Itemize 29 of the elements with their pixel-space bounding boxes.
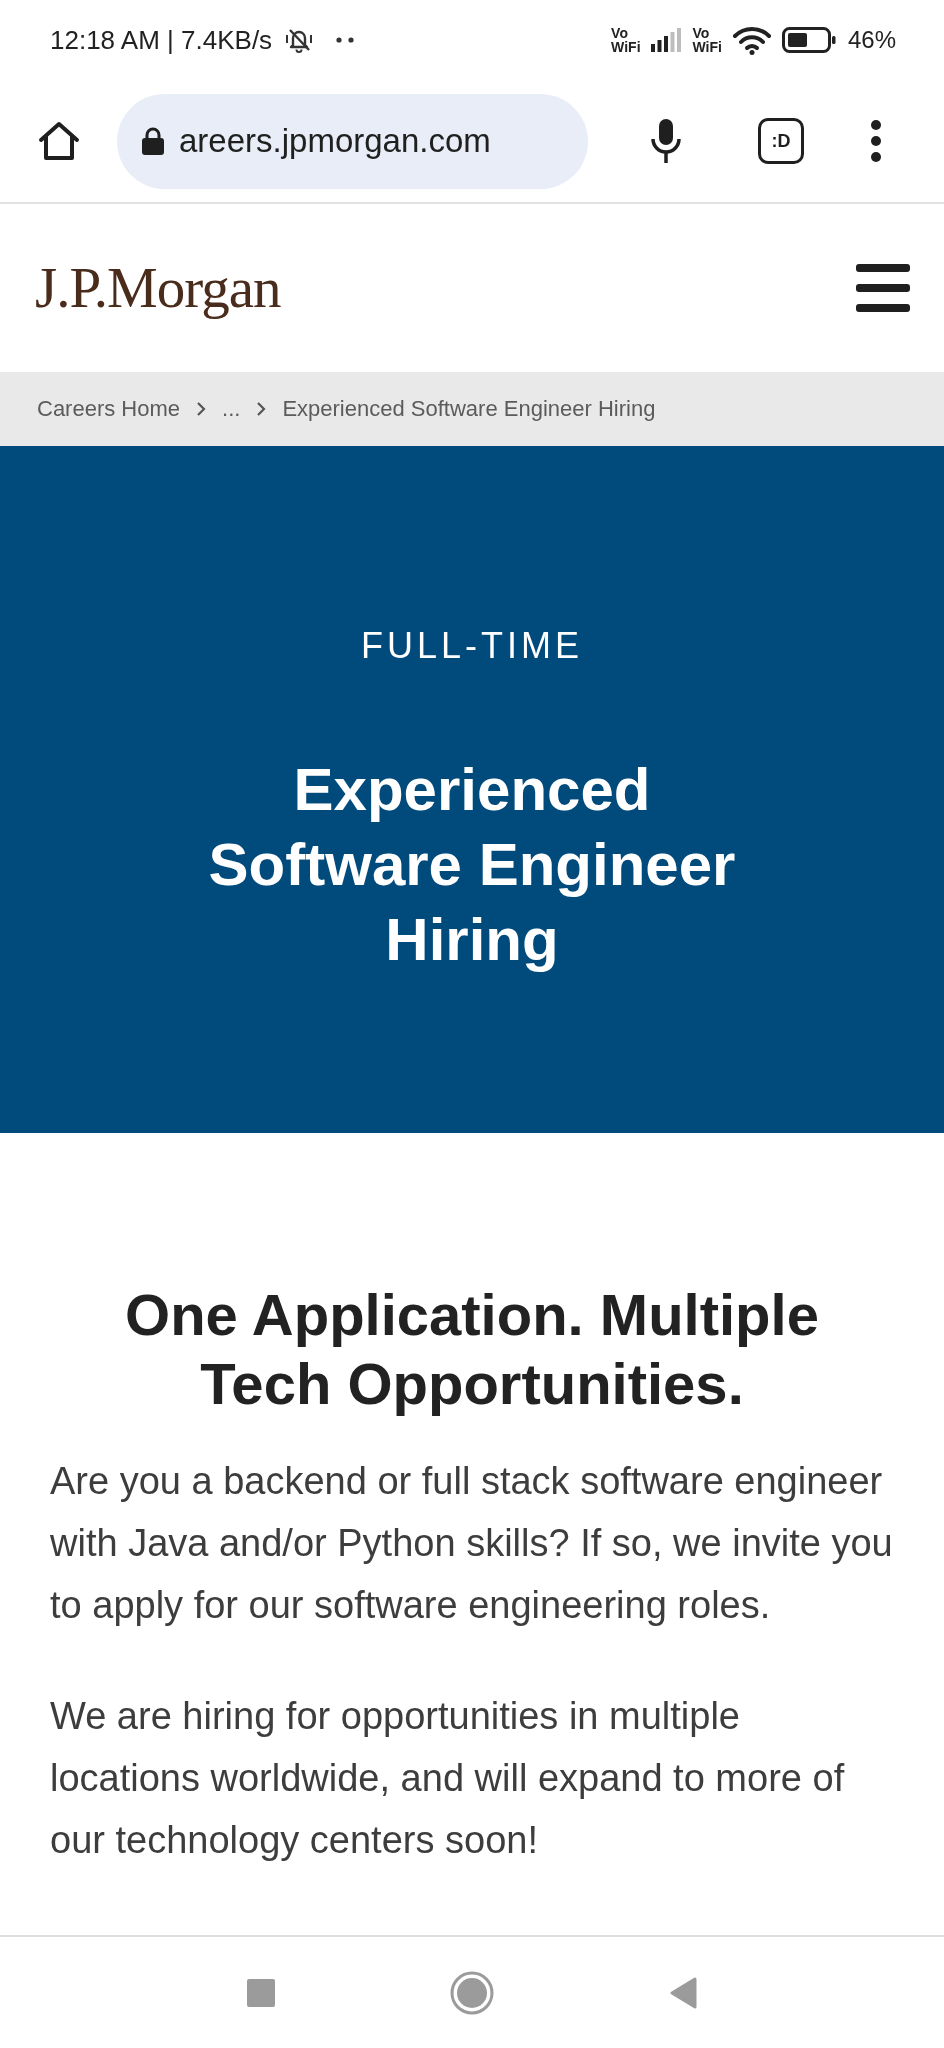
lock-icon — [141, 126, 165, 156]
wifi-icon — [731, 25, 772, 55]
battery-icon — [781, 27, 836, 53]
job-title: Experienced Software Engineer Hiring — [207, 755, 737, 975]
vowifi-indicator: Vo WiFi — [692, 26, 722, 54]
chevron-right-icon — [256, 401, 267, 417]
site-logo[interactable]: J.P.Morgan — [35, 256, 281, 320]
vowifi-indicator: Vo WiFi — [611, 26, 641, 54]
microphone-icon[interactable] — [650, 117, 682, 165]
address-field[interactable]: areers.jpmorgan.com — [117, 93, 588, 189]
job-type-label: FULL-TIME — [361, 624, 583, 668]
signal-bars-icon — [650, 28, 683, 52]
body-paragraph: We are hiring for opportunities in multiple locations worldwide, and will expand to more of our technology centers soon! — [50, 1694, 846, 1863]
tab-switcher-button[interactable]: :D — [758, 118, 804, 164]
chevron-right-icon — [196, 401, 207, 417]
more-options-icon[interactable] — [870, 119, 882, 163]
square-icon[interactable] — [247, 1978, 275, 2007]
home-icon[interactable] — [37, 120, 81, 162]
notification-dots-icon — [336, 37, 355, 43]
section-heading: One Application. Multiple Tech Opportunities. — [124, 1281, 820, 1418]
body-paragraph: Are you a backend or full stack software engineer with Java and/or Python skills? If so, we invite you to apply for our software engineering roles. — [50, 1459, 894, 1628]
breadcrumb-link[interactable]: ... — [222, 395, 241, 423]
back-icon[interactable] — [669, 1976, 697, 2009]
battery-percent: 46% — [847, 26, 896, 54]
menu-icon[interactable] — [856, 264, 910, 312]
status-time-speed: 12:18 AM | 7.4KB/s — [50, 25, 273, 55]
breadcrumb-link[interactable]: Experienced Software Engineer Hiring — [282, 395, 656, 423]
circle-icon[interactable] — [450, 1970, 494, 2015]
breadcrumb-link[interactable]: Careers Home — [37, 395, 181, 423]
